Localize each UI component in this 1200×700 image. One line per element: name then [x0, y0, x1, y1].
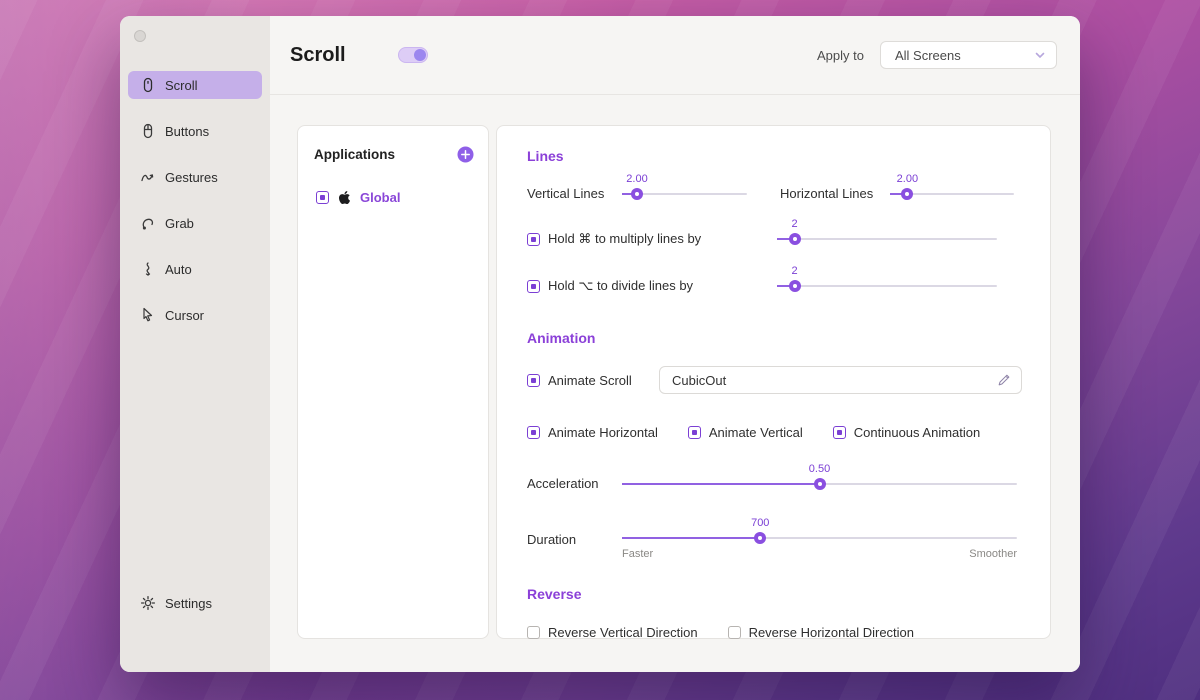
- gesture-icon: [140, 169, 156, 185]
- reverse-horizontal-checkbox[interactable]: [728, 626, 741, 639]
- animate-scroll-label: Animate Scroll: [548, 373, 632, 388]
- screen-select-value: All Screens: [895, 48, 961, 63]
- sidebar-item-label: Scroll: [165, 78, 198, 93]
- vertical-lines-slider[interactable]: 2.00: [622, 187, 747, 201]
- app-window: Scroll Buttons Gestures Grab Auto Cursor: [120, 16, 1080, 672]
- slider-value: 2: [792, 265, 798, 277]
- reverse-vertical-label: Reverse Vertical Direction: [548, 625, 698, 640]
- sidebar-item-label: Settings: [165, 596, 212, 611]
- header: Scroll Apply to All Screens: [270, 16, 1080, 95]
- animate-horizontal-label: Animate Horizontal: [548, 425, 658, 440]
- auto-icon: [140, 261, 156, 277]
- multiply-lines-label: Hold ⌘ to multiply lines by: [548, 231, 701, 247]
- gear-icon: [140, 595, 156, 611]
- sidebar-item-label: Auto: [165, 262, 192, 277]
- sidebar-item-label: Gestures: [165, 170, 218, 185]
- continuous-animation-label: Continuous Animation: [854, 425, 980, 440]
- global-checkbox[interactable]: [316, 191, 329, 204]
- divide-lines-checkbox[interactable]: [527, 280, 540, 293]
- main-area: Scroll Apply to All Screens Applications: [270, 16, 1080, 672]
- slider-thumb[interactable]: [631, 188, 643, 200]
- mouse-buttons-icon: [140, 123, 156, 139]
- sidebar-item-scroll[interactable]: Scroll: [128, 71, 262, 99]
- sidebar-item-cursor[interactable]: Cursor: [128, 301, 262, 329]
- slider-thumb[interactable]: [789, 233, 801, 245]
- applications-title: Applications: [314, 147, 395, 162]
- window-close-button[interactable]: [134, 30, 146, 42]
- horizontal-lines-label: Horizontal Lines: [780, 186, 890, 201]
- sidebar-item-buttons[interactable]: Buttons: [128, 117, 262, 145]
- apply-to-label: Apply to: [817, 48, 864, 63]
- slider-value: 700: [751, 517, 769, 529]
- sidebar-item-gestures[interactable]: Gestures: [128, 163, 262, 191]
- easing-select[interactable]: CubicOut: [659, 366, 1022, 394]
- sidebar-item-grab[interactable]: Grab: [128, 209, 262, 237]
- acceleration-slider[interactable]: 0.50: [622, 477, 1017, 491]
- page-title: Scroll: [290, 44, 346, 67]
- duration-label: Duration: [527, 532, 622, 547]
- reverse-horizontal-label: Reverse Horizontal Direction: [749, 625, 914, 640]
- slider-value: 2: [792, 218, 798, 230]
- slider-value: 2.00: [897, 173, 918, 185]
- mouse-scroll-icon: [140, 77, 156, 93]
- slider-value: 0.50: [809, 463, 830, 475]
- duration-max-hint: Smoother: [969, 548, 1017, 560]
- animation-heading: Animation: [527, 330, 1022, 346]
- toggle-knob: [414, 49, 426, 61]
- sidebar-item-auto[interactable]: Auto: [128, 255, 262, 283]
- slider-value: 2.00: [626, 173, 647, 185]
- acceleration-label: Acceleration: [527, 476, 622, 491]
- apple-icon: [338, 190, 351, 205]
- slider-thumb[interactable]: [901, 188, 913, 200]
- reverse-vertical-checkbox[interactable]: [527, 626, 540, 639]
- reverse-heading: Reverse: [527, 586, 1022, 602]
- pencil-icon: [997, 373, 1011, 387]
- add-application-button[interactable]: [457, 146, 474, 163]
- screen-select-dropdown[interactable]: All Screens: [880, 41, 1057, 69]
- cursor-icon: [140, 307, 156, 323]
- sidebar: Scroll Buttons Gestures Grab Auto Cursor: [120, 16, 270, 672]
- sidebar-item-label: Cursor: [165, 308, 204, 323]
- application-row-global[interactable]: Global: [316, 190, 476, 205]
- sidebar-item-label: Buttons: [165, 124, 209, 139]
- multiply-lines-slider[interactable]: 2: [777, 232, 997, 246]
- multiply-lines-checkbox[interactable]: [527, 233, 540, 246]
- slider-thumb[interactable]: [789, 280, 801, 292]
- slider-thumb[interactable]: [814, 478, 826, 490]
- chevron-down-icon: [1034, 49, 1046, 61]
- easing-value: CubicOut: [672, 373, 726, 388]
- global-label: Global: [360, 190, 400, 205]
- animate-scroll-checkbox[interactable]: [527, 374, 540, 387]
- lines-heading: Lines: [527, 148, 1022, 164]
- applications-panel: Applications Global: [297, 125, 489, 639]
- duration-min-hint: Faster: [622, 548, 653, 560]
- animate-horizontal-checkbox[interactable]: [527, 426, 540, 439]
- duration-slider[interactable]: 700: [622, 531, 1017, 545]
- settings-panel: Lines Vertical Lines 2.00 Horizontal Lin…: [496, 125, 1051, 639]
- grab-icon: [140, 215, 156, 231]
- animate-vertical-checkbox[interactable]: [688, 426, 701, 439]
- scroll-enabled-toggle[interactable]: [398, 47, 428, 63]
- continuous-animation-checkbox[interactable]: [833, 426, 846, 439]
- divide-lines-label: Hold ⌥ to divide lines by: [548, 278, 693, 294]
- sidebar-nav: Scroll Buttons Gestures Grab Auto Cursor: [120, 71, 270, 329]
- vertical-lines-label: Vertical Lines: [527, 186, 622, 201]
- divide-lines-slider[interactable]: 2: [777, 279, 997, 293]
- animate-vertical-label: Animate Vertical: [709, 425, 803, 440]
- sidebar-item-label: Grab: [165, 216, 194, 231]
- horizontal-lines-slider[interactable]: 2.00: [890, 187, 1014, 201]
- sidebar-item-settings[interactable]: Settings: [128, 589, 262, 617]
- slider-thumb[interactable]: [754, 532, 766, 544]
